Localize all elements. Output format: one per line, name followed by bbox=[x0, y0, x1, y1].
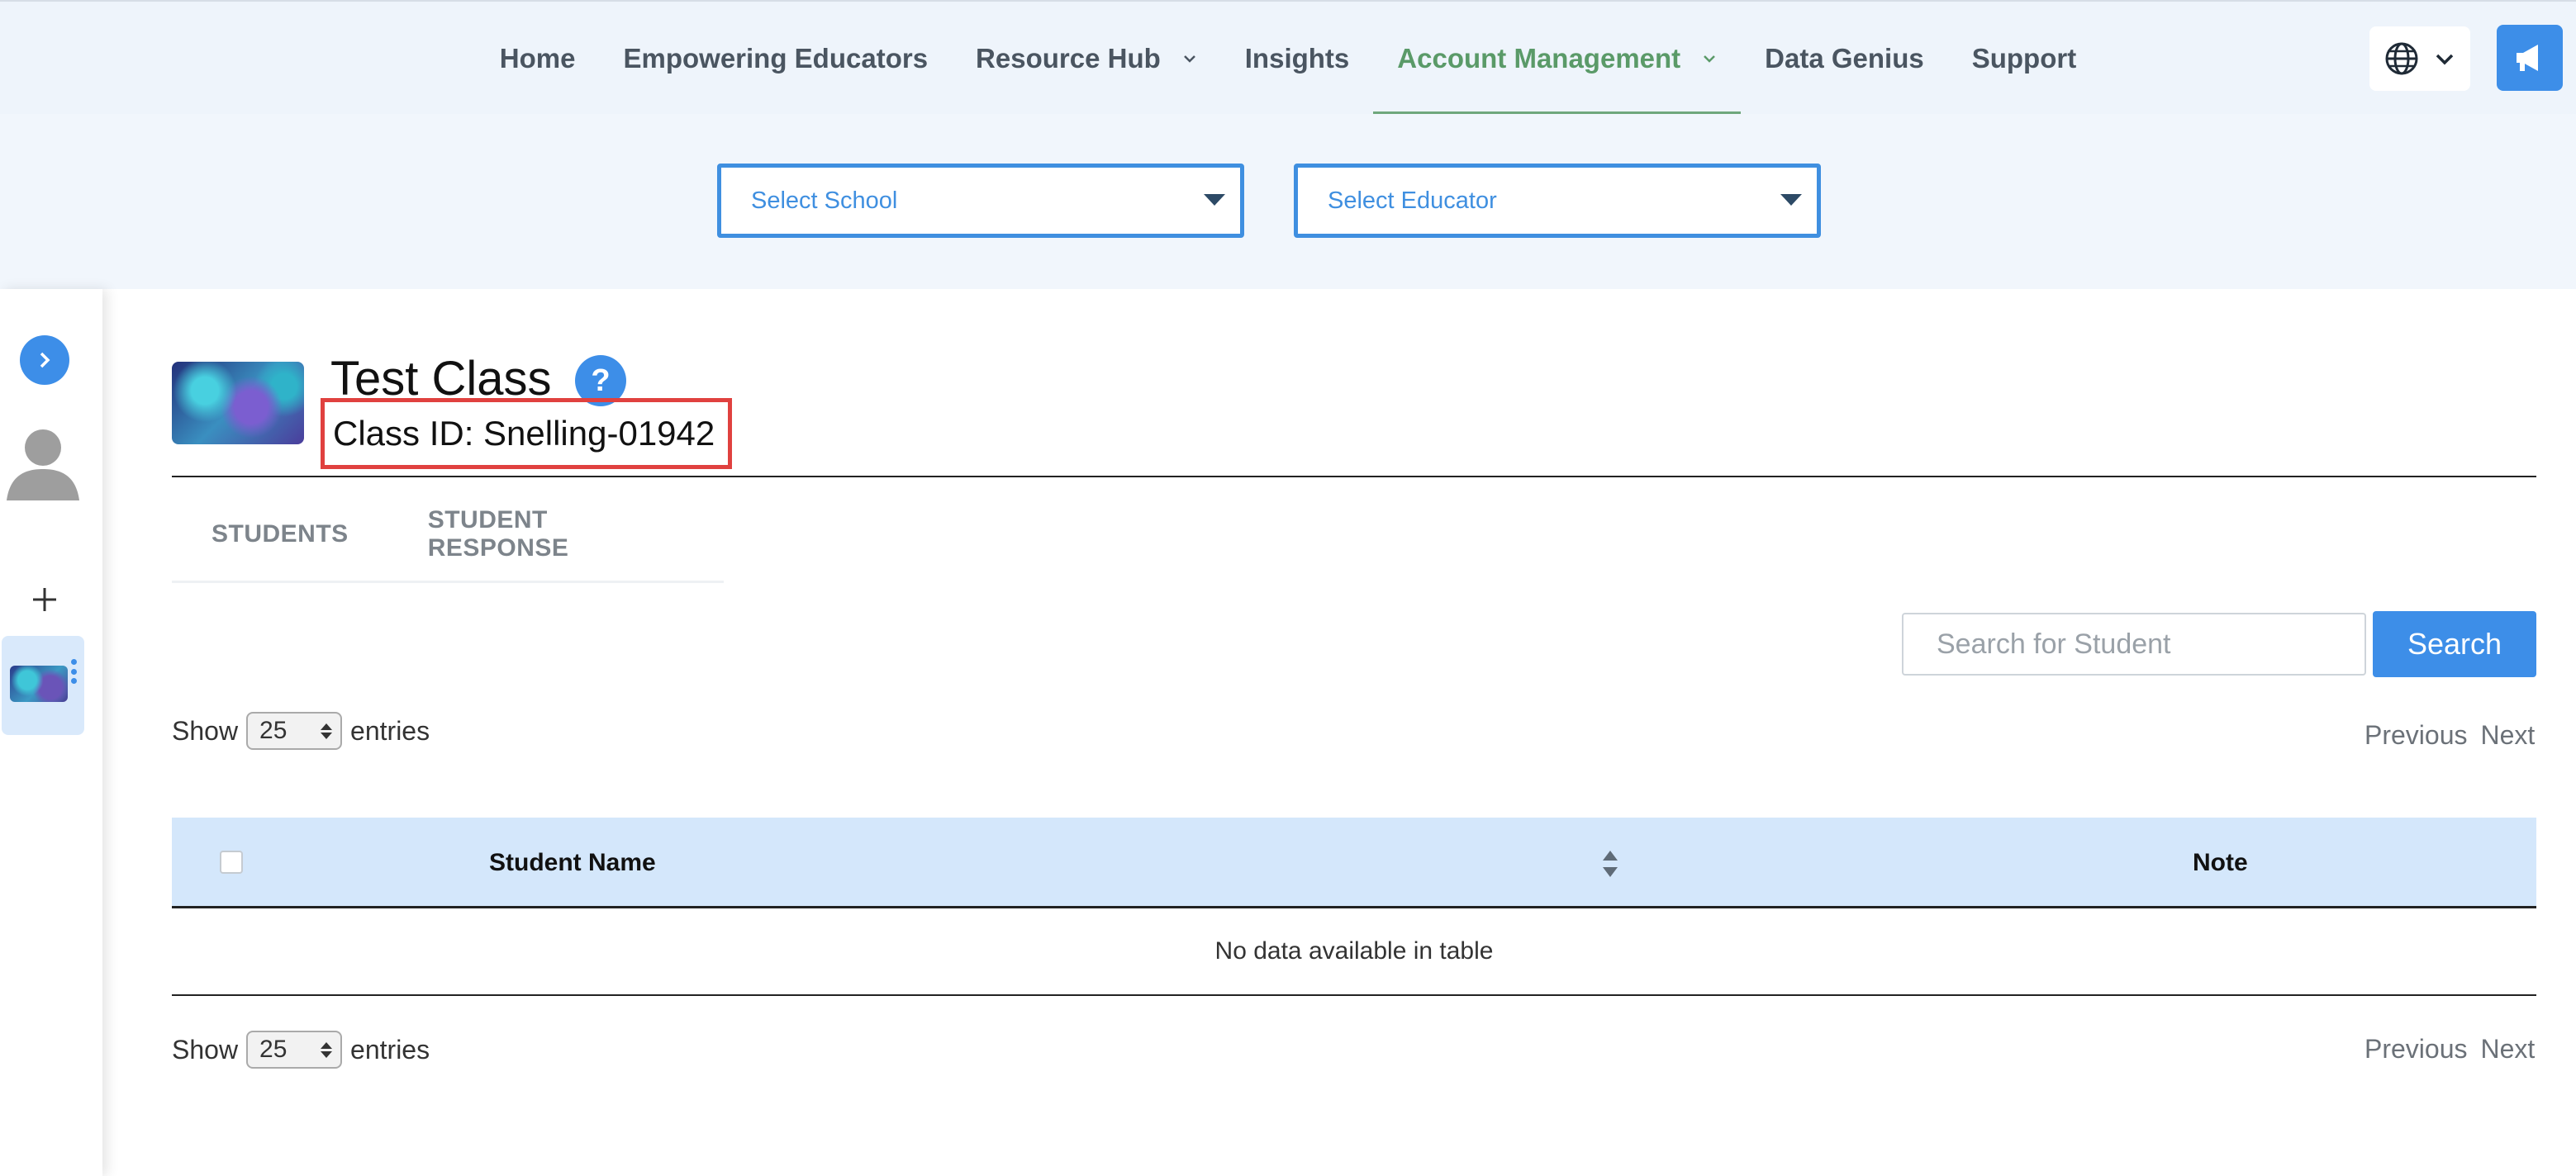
class-id-text: Class ID: Snelling-01942 bbox=[333, 414, 715, 453]
next-page-button[interactable]: Next bbox=[2481, 720, 2536, 751]
tab-student-response[interactable]: STUDENT RESPONSE bbox=[388, 505, 724, 563]
class-thumbnail bbox=[10, 666, 68, 702]
entries-per-page-value: 25 bbox=[259, 1036, 288, 1063]
plus-icon bbox=[33, 588, 56, 611]
nav-menu: Home Empowering Educators Resource Hub I… bbox=[0, 2, 2576, 116]
caret-down-icon bbox=[1780, 194, 1802, 206]
chevron-down-icon bbox=[2436, 54, 2454, 65]
class-sidebar bbox=[0, 289, 102, 1176]
pagination-top: Previous Next bbox=[2365, 720, 2535, 751]
nav-item-label: Empowering Educators bbox=[623, 43, 929, 74]
chevron-down-icon bbox=[1704, 55, 1716, 63]
announcements-button[interactable] bbox=[2497, 25, 2563, 91]
entries-per-page-value: 25 bbox=[259, 717, 288, 744]
header-divider bbox=[172, 476, 2536, 477]
nav-item-label: Support bbox=[1971, 43, 2077, 74]
nav-item-label: Insights bbox=[1244, 43, 1350, 74]
nav-item-data-genius[interactable]: Data Genius bbox=[1741, 2, 1948, 116]
nav-item-label: Home bbox=[499, 43, 576, 74]
column-header-student-name[interactable]: Student Name bbox=[489, 818, 656, 908]
length-prefix: Show bbox=[172, 715, 239, 746]
table-empty-row: No data available in table bbox=[172, 908, 2536, 996]
class-tabs: STUDENTS STUDENT RESPONSE bbox=[172, 505, 724, 583]
filter-bar: Select School Select Educator bbox=[0, 114, 2576, 289]
nav-item-label: Resource Hub bbox=[976, 43, 1161, 74]
select-school-placeholder: Select School bbox=[751, 187, 898, 214]
language-selector[interactable] bbox=[2369, 26, 2470, 91]
nav-item-label: Data Genius bbox=[1765, 43, 1924, 74]
column-header-note: Note bbox=[2193, 849, 2248, 876]
top-navigation: Home Empowering Educators Resource Hub I… bbox=[0, 0, 2576, 116]
more-vertical-icon[interactable] bbox=[71, 659, 78, 684]
table-length-bottom: Show 25 entries bbox=[172, 1031, 430, 1069]
nav-item-support[interactable]: Support bbox=[1948, 2, 2100, 116]
megaphone-icon bbox=[2517, 45, 2538, 71]
nav-item-label: Account Management bbox=[1397, 43, 1681, 74]
spinner-arrows-icon bbox=[321, 723, 333, 739]
caret-down-icon bbox=[1204, 194, 1225, 206]
sidebar-class-item[interactable] bbox=[2, 636, 84, 735]
entries-per-page-select[interactable]: 25 bbox=[246, 712, 343, 750]
table-length-top: Show 25 entries bbox=[172, 712, 430, 750]
select-school-dropdown[interactable]: Select School bbox=[717, 164, 1244, 238]
chevron-down-icon bbox=[1183, 55, 1195, 63]
nav-item-insights[interactable]: Insights bbox=[1221, 2, 1374, 116]
nav-item-empowering-educators[interactable]: Empowering Educators bbox=[599, 2, 952, 116]
avatar[interactable] bbox=[5, 421, 81, 504]
previous-page-button[interactable]: Previous bbox=[2365, 720, 2468, 751]
tab-students[interactable]: STUDENTS bbox=[172, 505, 388, 563]
previous-page-button[interactable]: Previous bbox=[2365, 1034, 2468, 1065]
length-prefix: Show bbox=[172, 1034, 239, 1065]
select-educator-dropdown[interactable]: Select Educator bbox=[1294, 164, 1821, 238]
class-id: Class ID: Snelling-01942 bbox=[321, 398, 732, 469]
nav-item-home[interactable]: Home bbox=[476, 2, 600, 116]
globe-icon bbox=[2385, 42, 2418, 75]
table-header: Student Name Note bbox=[172, 818, 2536, 908]
sort-icon[interactable] bbox=[1603, 851, 1619, 877]
empty-message: No data available in table bbox=[1214, 937, 1494, 965]
select-educator-placeholder: Select Educator bbox=[1328, 187, 1497, 214]
class-image bbox=[172, 362, 304, 444]
spinner-arrows-icon bbox=[321, 1041, 333, 1058]
next-page-button[interactable]: Next bbox=[2481, 1034, 2536, 1065]
chevron-right-icon bbox=[40, 352, 50, 368]
student-search-input[interactable] bbox=[1902, 613, 2366, 676]
add-class-button[interactable] bbox=[25, 580, 64, 619]
search-button[interactable]: Search bbox=[2373, 611, 2536, 677]
length-suffix: entries bbox=[350, 715, 430, 746]
entries-per-page-select[interactable]: 25 bbox=[246, 1031, 343, 1069]
pagination-bottom: Previous Next bbox=[2365, 1034, 2535, 1065]
select-all-checkbox[interactable] bbox=[220, 851, 243, 874]
nav-item-account-management[interactable]: Account Management bbox=[1373, 2, 1742, 116]
nav-item-resource-hub[interactable]: Resource Hub bbox=[952, 2, 1221, 116]
sidebar-expand-button[interactable] bbox=[20, 335, 69, 385]
length-suffix: entries bbox=[350, 1034, 430, 1065]
